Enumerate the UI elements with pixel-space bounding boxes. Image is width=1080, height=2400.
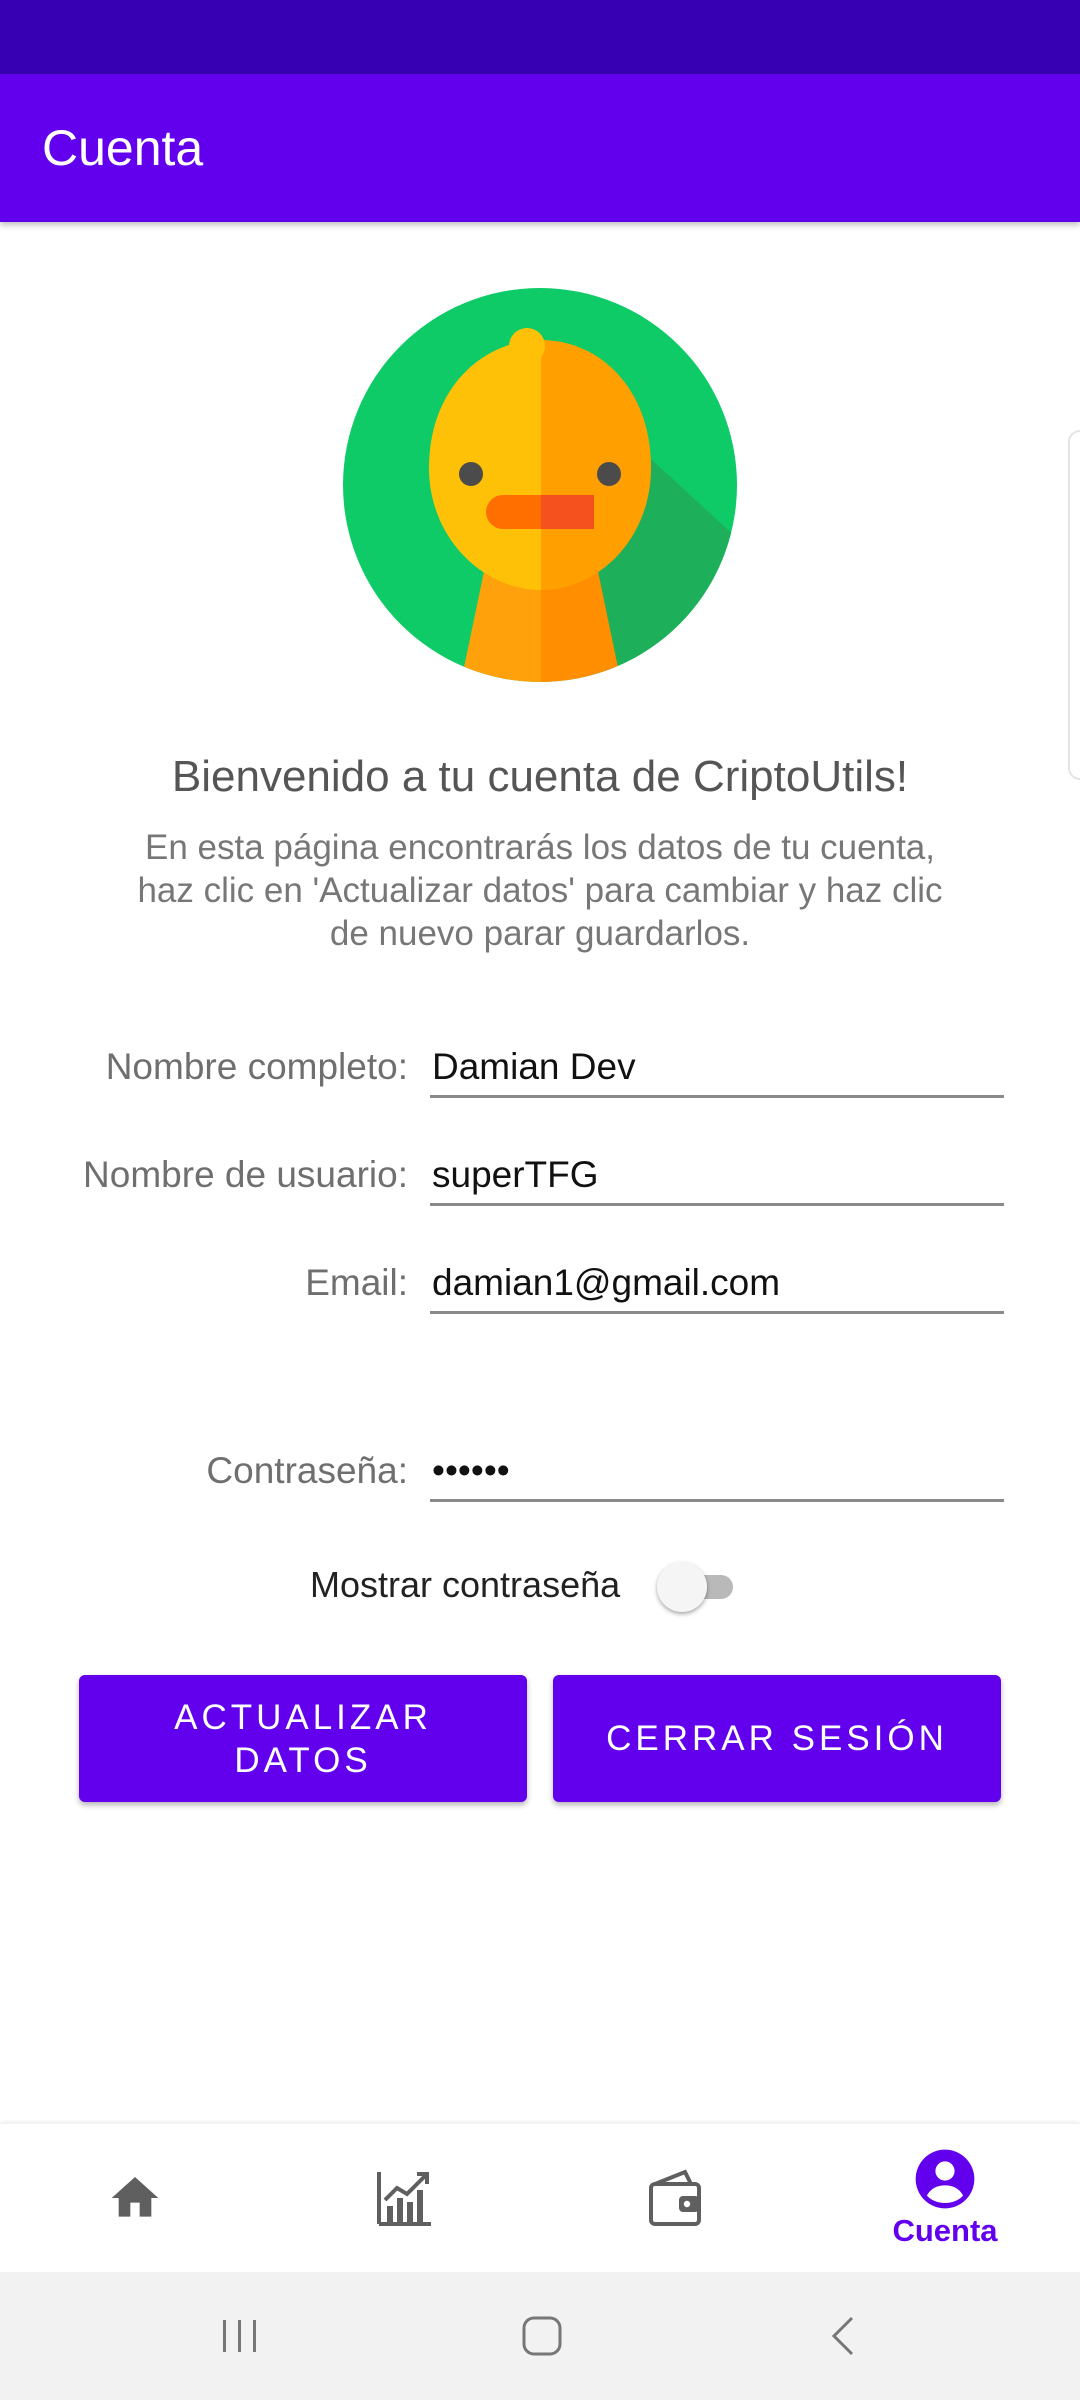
nav-item-home[interactable] <box>0 2124 270 2272</box>
username-label: Nombre de usuario: <box>83 1154 408 1195</box>
chart-icon <box>377 2172 431 2226</box>
recent-apps-icon <box>223 2320 256 2352</box>
password-field[interactable] <box>430 1442 1004 1502</box>
nav-item-account[interactable]: Cuenta <box>810 2124 1080 2272</box>
username-field[interactable] <box>430 1146 1004 1206</box>
app-bar: Cuenta <box>0 74 1080 222</box>
home-system-button[interactable] <box>462 2272 622 2400</box>
update-data-button[interactable]: ACTUALIZAR DATOS <box>79 1675 527 1802</box>
welcome-description: En esta página encontrarás los datos de … <box>137 828 943 953</box>
bottom-navigation: Cuenta <box>0 2124 1080 2272</box>
back-chevron-icon <box>831 2316 854 2356</box>
show-password-switch[interactable] <box>655 1560 741 1614</box>
nav-item-wallet[interactable] <box>540 2124 810 2272</box>
duck-avatar-icon <box>343 288 737 682</box>
recent-apps-button[interactable] <box>160 2272 320 2400</box>
side-panel-handle[interactable] <box>1068 430 1080 780</box>
email-field[interactable] <box>430 1254 1004 1314</box>
status-bar <box>0 0 1080 74</box>
nav-item-market[interactable] <box>270 2124 540 2272</box>
password-label: Contraseña: <box>206 1450 408 1491</box>
system-navigation-bar <box>0 2272 1080 2400</box>
home-square-icon <box>522 2316 562 2356</box>
home-icon <box>111 2177 159 2217</box>
nav-label-account: Cuenta <box>892 2213 998 2248</box>
page-title: Cuenta <box>42 120 204 176</box>
back-button[interactable] <box>764 2272 924 2400</box>
show-password-label: Mostrar contraseña <box>310 1564 621 1605</box>
wallet-icon <box>649 2169 701 2226</box>
full-name-label: Nombre completo: <box>105 1046 408 1087</box>
email-label: Email: <box>305 1262 408 1303</box>
full-name-field[interactable] <box>430 1038 1004 1098</box>
switch-thumb <box>657 1562 707 1612</box>
account-icon <box>915 2149 975 2209</box>
logout-button[interactable]: CERRAR SESIÓN <box>553 1675 1001 1802</box>
welcome-title: Bienvenido a tu cuenta de CriptoUtils! <box>171 752 909 801</box>
